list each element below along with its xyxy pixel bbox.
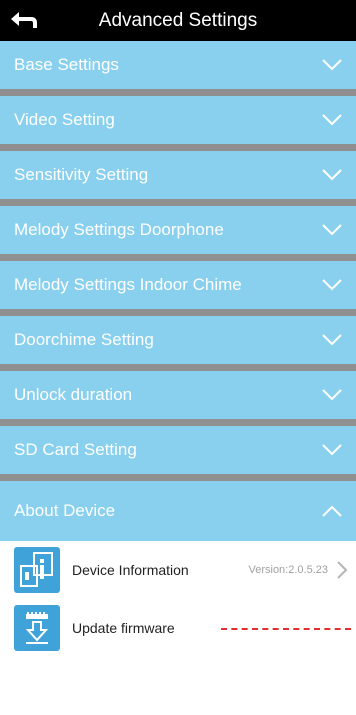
chevron-down-icon	[322, 444, 342, 456]
section-label: Melody Settings Doorphone	[14, 220, 224, 239]
chevron-down-icon	[322, 224, 342, 236]
section-label: Video Setting	[14, 110, 115, 129]
chevron-down-icon	[322, 389, 342, 401]
update-firmware-row[interactable]: Update firmware	[0, 599, 356, 657]
section-label: Sensitivity Setting	[14, 165, 149, 184]
chevron-down-icon	[322, 114, 342, 126]
device-information-row[interactable]: Device Information Version:2.0.5.23	[0, 541, 356, 599]
section-label: SD Card Setting	[14, 440, 137, 459]
section-unlock-duration[interactable]: Unlock duration	[0, 371, 356, 426]
chevron-up-icon	[322, 505, 342, 517]
device-information-label: Device Information	[72, 562, 189, 578]
section-sd-card-setting[interactable]: SD Card Setting	[0, 426, 356, 481]
page-title: Advanced Settings	[98, 9, 258, 31]
header-bar: Advanced Settings	[0, 0, 356, 41]
section-base-settings[interactable]: Base Settings	[0, 41, 356, 96]
chevron-down-icon	[322, 279, 342, 291]
annotation-dashed-line	[221, 628, 351, 630]
settings-list: Base Settings Video Setting Sensitivity …	[0, 41, 356, 657]
section-about-device[interactable]: About Device	[0, 481, 356, 541]
section-label: Doorchime Setting	[14, 330, 154, 349]
chevron-down-icon	[322, 334, 342, 346]
section-video-setting[interactable]: Video Setting	[0, 96, 356, 151]
firmware-update-icon	[14, 605, 60, 651]
section-label: About Device	[14, 501, 116, 520]
chevron-down-icon	[322, 169, 342, 181]
section-melody-indoor-chime[interactable]: Melody Settings Indoor Chime	[0, 261, 356, 316]
section-label: Melody Settings Indoor Chime	[14, 275, 242, 294]
update-firmware-label: Update firmware	[72, 620, 175, 636]
version-text: Version:2.0.5.23	[248, 564, 328, 576]
chevron-down-icon	[322, 59, 342, 71]
section-doorchime-setting[interactable]: Doorchime Setting	[0, 316, 356, 371]
section-label: Unlock duration	[14, 385, 133, 404]
section-sensitivity-setting[interactable]: Sensitivity Setting	[0, 151, 356, 206]
device-info-icon	[14, 547, 60, 593]
chevron-right-icon	[337, 561, 348, 579]
section-melody-doorphone[interactable]: Melody Settings Doorphone	[0, 206, 356, 261]
section-label: Base Settings	[14, 55, 119, 74]
